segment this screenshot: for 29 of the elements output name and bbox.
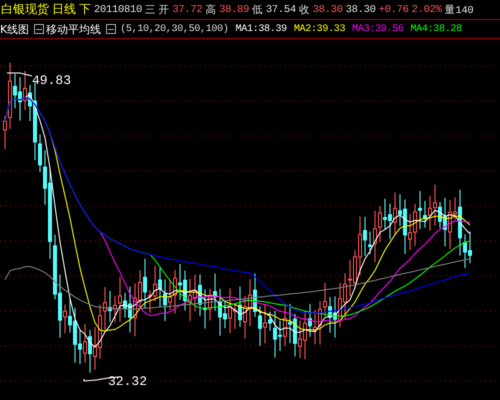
moving-average-value: MA4:38.28 xyxy=(410,24,462,34)
chart-type-label: K线图 xyxy=(0,22,30,36)
instrument-label: 下 xyxy=(79,1,91,18)
quote-text: 低 xyxy=(252,4,263,16)
price-value: 38.30 xyxy=(312,4,343,16)
price-value: +0.76 xyxy=(378,4,409,16)
quote-text: 20110810 xyxy=(94,4,142,16)
indicator-params: (5,10,20,30,50,100) xyxy=(120,24,229,34)
quote-text: 高 xyxy=(205,3,216,16)
high-price-label: 49.83 xyxy=(32,73,72,88)
collapse-icon[interactable] xyxy=(34,24,44,34)
price-value: 2.02% xyxy=(412,4,442,16)
moving-average-value: MA3:39.56 xyxy=(352,24,404,34)
moving-average-value: MA1:38.39 xyxy=(236,24,287,34)
low-price-label: 32.32 xyxy=(108,374,148,389)
instrument-label: 白银现货 xyxy=(1,1,49,18)
quote-text: 37.54 xyxy=(266,4,296,16)
moving-average-value: MA2:39.33 xyxy=(294,24,346,34)
instrument-label: 日线 xyxy=(52,1,76,18)
quote-text: 三 xyxy=(145,4,156,16)
collapse-icon[interactable] xyxy=(106,24,116,34)
quote-text: 38.30 xyxy=(346,4,376,16)
price-value: 38.89 xyxy=(219,4,250,16)
quote-text: 收 xyxy=(298,4,310,16)
quote-text: 量140 xyxy=(444,4,474,16)
indicator-name: 移动平均线 xyxy=(46,22,102,36)
price-value: 37.72 xyxy=(172,4,202,16)
leader-line xyxy=(6,72,32,76)
quote-text: 开 xyxy=(158,4,170,16)
